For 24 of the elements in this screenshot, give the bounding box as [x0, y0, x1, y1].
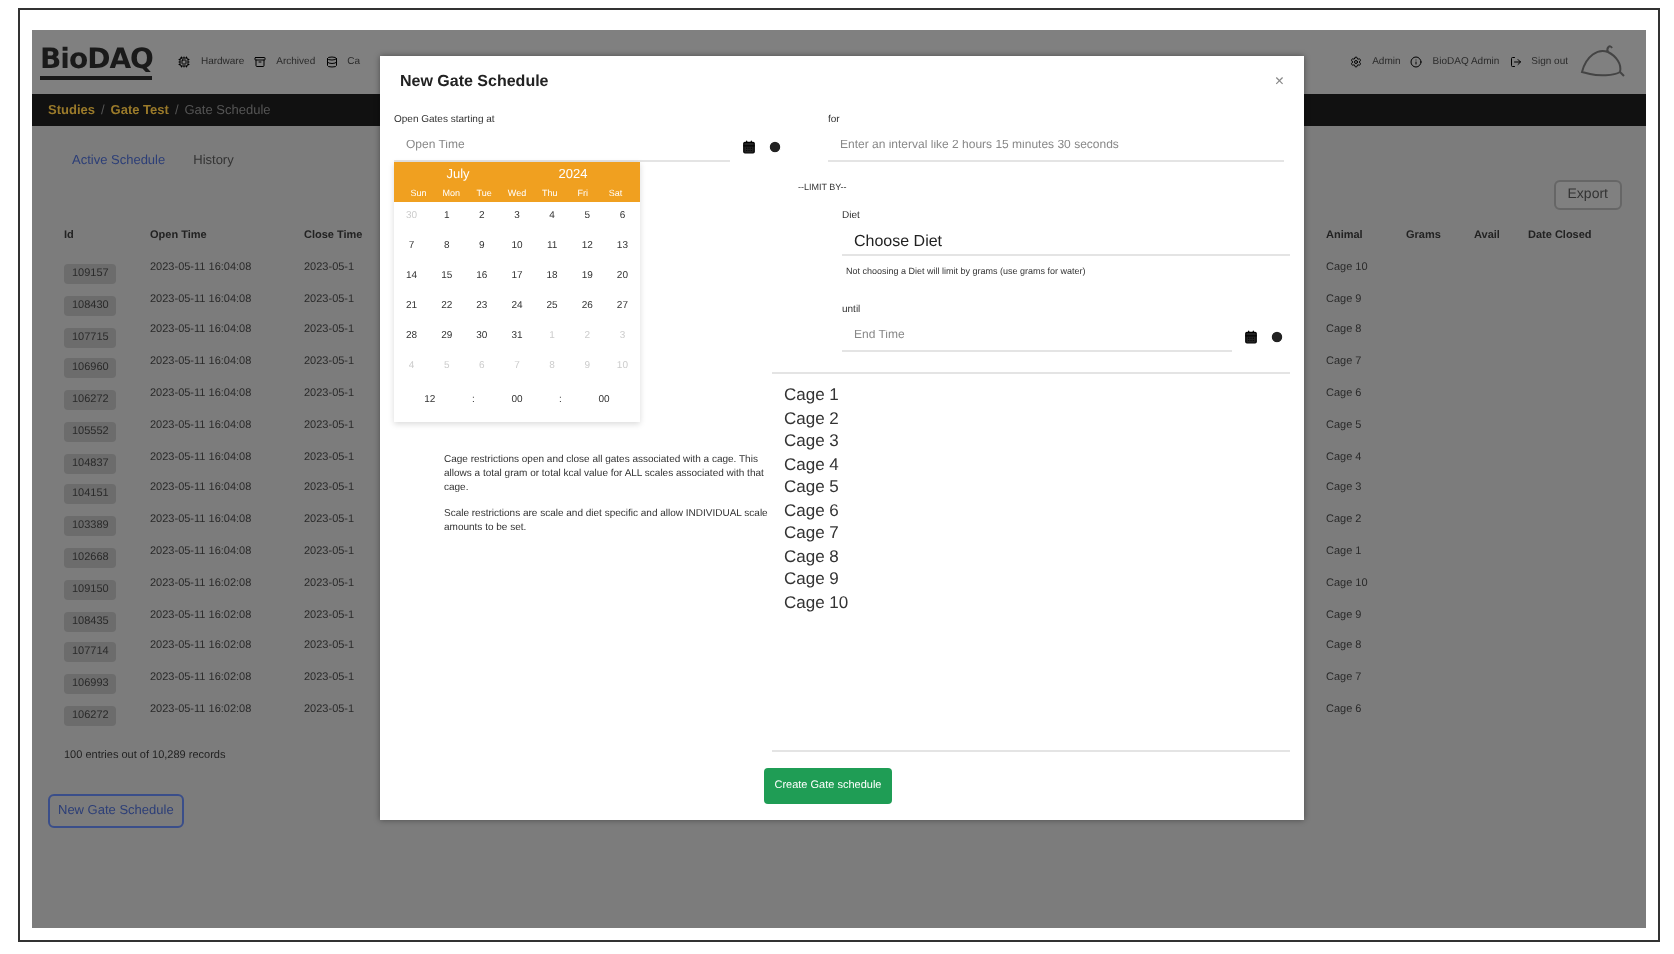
gear-icon — [1350, 56, 1363, 68]
chip-icon — [178, 56, 191, 68]
cage-option[interactable]: Cage 6 — [784, 499, 839, 522]
modal-title: New Gate Schedule — [400, 72, 549, 90]
cage-option[interactable]: Cage 7 — [784, 522, 839, 545]
cage-option[interactable]: Cage 9 — [784, 568, 839, 591]
diet-select[interactable]: Choose Diet — [842, 228, 1290, 256]
cage-option[interactable]: Cage 3 — [784, 430, 839, 453]
cage-option[interactable]: Cage 4 — [784, 453, 839, 476]
close-button[interactable]: × — [1274, 72, 1284, 90]
cage-option[interactable]: Cage 8 — [784, 545, 839, 568]
cage-option[interactable]: Cage 2 — [784, 407, 839, 430]
cage-option[interactable]: Cage 1 — [784, 384, 839, 407]
cage-option[interactable]: Cage 5 — [784, 476, 839, 499]
archive-icon — [254, 56, 267, 68]
database-icon — [325, 56, 338, 68]
cage-option[interactable]: Cage 10 — [784, 591, 849, 614]
calendar-icon[interactable] — [1244, 330, 1258, 344]
app-logo[interactable]: BioDAQ — [40, 44, 153, 80]
calendar-icon[interactable] — [742, 140, 756, 154]
info-icon — [1410, 56, 1423, 68]
cage-list[interactable]: Cage 1 Cage 2 Cage 3 Cage 4 Cage 5 Cage 6 Cage 7 Cage 8 Cage 9 Cage 10 — [772, 372, 1290, 752]
mouse-icon — [1578, 44, 1626, 80]
sign-out-icon — [1509, 56, 1522, 68]
